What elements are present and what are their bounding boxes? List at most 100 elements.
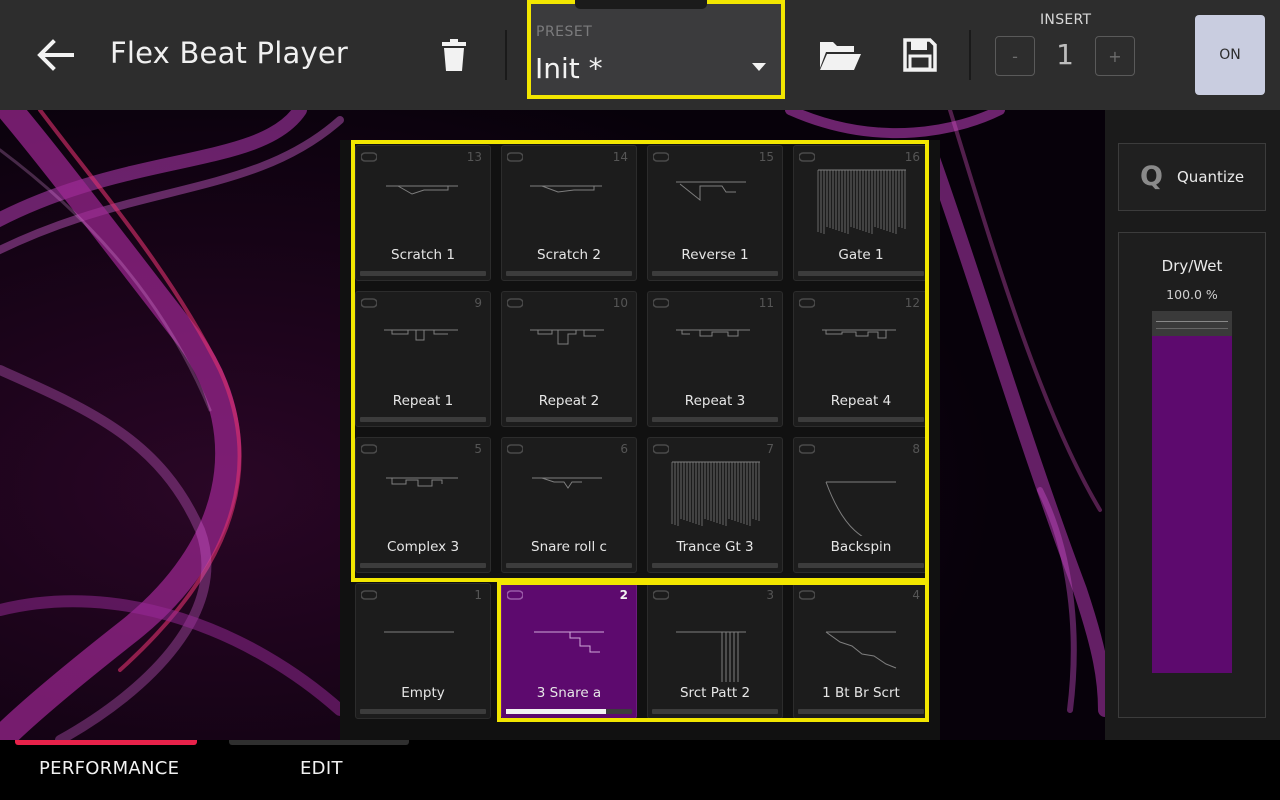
loop-icon <box>653 590 669 600</box>
pad-name: Gate 1 <box>838 247 884 263</box>
waveform-icon <box>825 631 897 669</box>
pad-13[interactable]: 13 Scratch 1 <box>355 145 491 281</box>
pad-1[interactable]: 1 Empty <box>355 583 491 719</box>
pad-name: Snare roll c <box>531 539 607 555</box>
waveform-icon <box>822 329 896 339</box>
pad-9[interactable]: 9 Repeat 1 <box>355 291 491 427</box>
loop-icon <box>799 152 815 162</box>
dry-wet-slider[interactable] <box>1152 311 1232 673</box>
loop-icon <box>799 298 815 308</box>
pad-11[interactable]: 11 Repeat 3 <box>647 291 783 427</box>
pad-number: 1 <box>474 588 482 602</box>
pad-progress-bar <box>798 709 924 714</box>
divider <box>969 30 971 80</box>
quantize-button[interactable]: Q Quantize <box>1118 143 1266 211</box>
pad-progress-fill <box>506 709 606 714</box>
quantize-icon: Q <box>1140 161 1163 192</box>
pad-progress-bar <box>360 417 486 422</box>
pad-progress-bar <box>506 417 632 422</box>
pad-name: Repeat 1 <box>392 393 454 409</box>
pad-15[interactable]: 15 Reverse 1 <box>647 145 783 281</box>
pad-3[interactable]: 3 Srct Patt 2 <box>647 583 783 719</box>
pad-5[interactable]: 5 Complex 3 <box>355 437 491 573</box>
pad-name: Empty <box>401 685 445 701</box>
on-toggle-button[interactable]: ON <box>1195 15 1265 95</box>
pad-number: 13 <box>466 150 482 164</box>
pad-name: Backspin <box>830 539 892 555</box>
pad-name: Scratch 1 <box>391 247 455 263</box>
waveform-icon <box>530 329 604 345</box>
pad-number: 3 <box>766 588 774 602</box>
delete-button[interactable] <box>432 32 476 78</box>
loop-icon <box>361 444 377 454</box>
pad-progress-bar <box>506 563 632 568</box>
pad-number: 11 <box>758 296 774 310</box>
active-tab-indicator <box>15 740 197 745</box>
divider <box>505 30 507 80</box>
pad-7[interactable]: 7 Trance Gt 3 <box>647 437 783 573</box>
back-arrow-icon <box>37 39 74 71</box>
tab-performance[interactable]: PERFORMANCE <box>39 758 179 779</box>
pad-number: 6 <box>620 442 628 456</box>
pad-10[interactable]: 10 Repeat 2 <box>501 291 637 427</box>
loop-icon <box>507 590 523 600</box>
pad-progress-bar <box>652 271 778 276</box>
save-disk-icon <box>903 38 937 72</box>
pad-4[interactable]: 4 1 Bt Br Scrt <box>793 583 929 719</box>
preset-dropdown[interactable]: PRESET Init * <box>527 0 785 99</box>
pad-progress-bar <box>506 271 632 276</box>
pad-grid: 13 Scratch 1 14 Scratch 2 15 Reverse 1 1… <box>340 140 940 740</box>
slider-grip-lines <box>1156 321 1228 329</box>
insert-increment-button[interactable]: + <box>1095 36 1135 76</box>
pad-progress-bar <box>360 271 486 276</box>
pad-progress-bar <box>652 563 778 568</box>
preset-value: Init * <box>535 52 603 85</box>
pad-number: 2 <box>619 588 628 602</box>
pad-number: 15 <box>758 150 774 164</box>
back-button[interactable] <box>30 30 80 80</box>
loop-icon <box>799 444 815 454</box>
insert-value: 1 <box>1056 38 1074 71</box>
pad-progress-bar <box>798 271 924 276</box>
loop-icon <box>653 444 669 454</box>
tab-indicator <box>229 740 409 745</box>
pad-number: 14 <box>612 150 628 164</box>
pad-name: Repeat 4 <box>830 393 892 409</box>
pad-8[interactable]: 8 Backspin <box>793 437 929 573</box>
tab-edit[interactable]: EDIT <box>300 758 343 779</box>
pad-name: Repeat 2 <box>538 393 600 409</box>
save-preset-button[interactable] <box>900 34 940 76</box>
pad-name: 1 Bt Br Scrt <box>822 685 900 701</box>
pad-12[interactable]: 12 Repeat 4 <box>793 291 929 427</box>
pad-name: Repeat 3 <box>684 393 746 409</box>
pad-number: 4 <box>912 588 920 602</box>
pad-number: 5 <box>474 442 482 456</box>
pad-number: 16 <box>904 150 920 164</box>
waveform-icon <box>534 631 604 653</box>
loop-icon <box>507 298 523 308</box>
right-panel: Q Quantize Dry/Wet 100.0 % <box>1105 110 1280 740</box>
pad-2[interactable]: 2 3 Snare a <box>501 583 637 719</box>
waveform-icon <box>386 185 458 195</box>
preset-label: PRESET <box>536 24 593 40</box>
open-preset-button[interactable] <box>815 34 865 76</box>
insert-decrement-button[interactable]: - <box>995 36 1035 76</box>
pad-name: Complex 3 <box>386 539 460 555</box>
quantize-label: Quantize <box>1177 168 1245 186</box>
pad-name: 3 Snare a <box>536 685 602 701</box>
pad-6[interactable]: 6 Snare roll c <box>501 437 637 573</box>
pad-14[interactable]: 14 Scratch 2 <box>501 145 637 281</box>
loop-icon <box>361 298 377 308</box>
pad-16[interactable]: 16 Gate 1 <box>793 145 929 281</box>
pad-number: 7 <box>766 442 774 456</box>
dry-wet-value: 100.0 % <box>1166 287 1218 302</box>
waveform-icon <box>825 481 896 536</box>
preset-tab-handle <box>575 0 707 9</box>
loop-icon <box>361 590 377 600</box>
pad-progress-bar <box>360 709 486 714</box>
dry-wet-fill <box>1152 336 1232 673</box>
dry-wet-label: Dry/Wet <box>1161 257 1223 275</box>
waveform-icon <box>676 631 746 682</box>
pad-progress-bar <box>360 563 486 568</box>
waveform-icon <box>386 477 458 487</box>
